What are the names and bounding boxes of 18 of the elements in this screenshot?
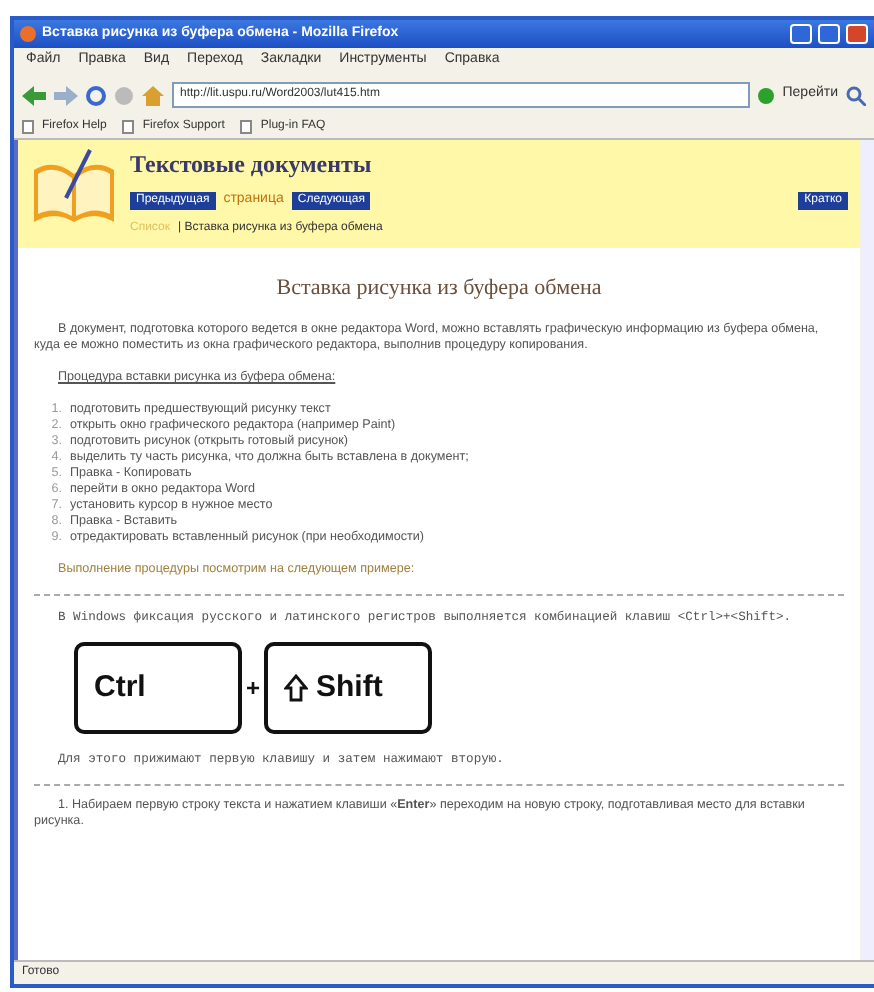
forward-icon[interactable] bbox=[54, 85, 78, 105]
book-icon bbox=[30, 146, 118, 226]
plus-sign: + bbox=[246, 680, 261, 697]
maximize-button[interactable] bbox=[818, 24, 840, 44]
go-icon[interactable] bbox=[758, 87, 775, 103]
back-icon[interactable] bbox=[22, 85, 46, 105]
minimize-button[interactable] bbox=[790, 24, 812, 44]
home-icon[interactable] bbox=[142, 85, 164, 105]
page-icon[interactable] bbox=[22, 120, 34, 134]
search-icon[interactable] bbox=[846, 85, 866, 105]
close-button[interactable] bbox=[846, 24, 868, 44]
page-heading: Вставка рисунка из буфера обмена bbox=[274, 276, 604, 303]
app-icon bbox=[20, 26, 36, 42]
page-icon[interactable] bbox=[240, 120, 253, 134]
reload-icon[interactable] bbox=[86, 85, 106, 105]
page-icon[interactable] bbox=[122, 120, 135, 134]
site-title: Текстовые документы bbox=[130, 148, 374, 182]
shift-icon bbox=[284, 674, 309, 703]
